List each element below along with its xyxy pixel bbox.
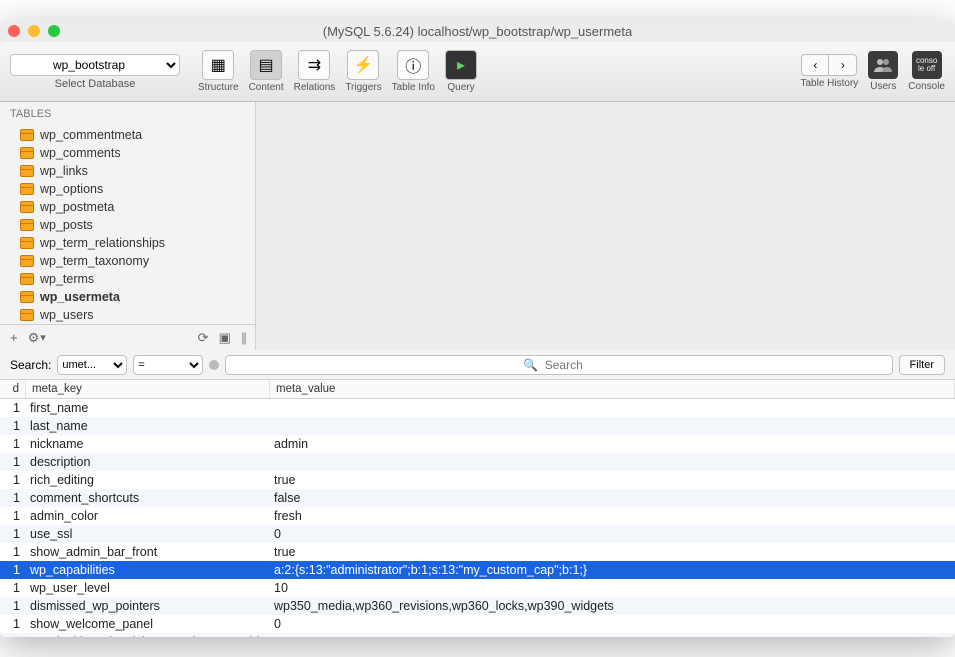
table-item[interactable]: wp_usermeta (0, 288, 255, 306)
sidebar-mode-button[interactable]: ▣ (219, 330, 231, 346)
structure-button[interactable]: ▦ Structure (194, 48, 243, 95)
table-row[interactable]: 1use_ssl0 (0, 525, 955, 543)
structure-icon: ▦ (202, 50, 234, 80)
content-icon: ▤ (250, 50, 282, 80)
table-icon (20, 129, 34, 141)
table-icon (20, 291, 34, 303)
search-field-select[interactable]: umet... (57, 355, 127, 375)
sidebar-gear-button[interactable]: ⚙▾ (28, 330, 46, 346)
table-icon (20, 183, 34, 195)
table-item[interactable]: wp_commentmeta (0, 126, 255, 144)
table-item[interactable]: wp_postmeta (0, 198, 255, 216)
close-window[interactable] (8, 25, 20, 37)
table-row[interactable]: 1first_name (0, 399, 955, 417)
minimize-window[interactable] (28, 25, 40, 37)
table-icon (20, 165, 34, 177)
table-item-label: wp_term_taxonomy (40, 254, 149, 268)
add-table-button[interactable]: + (10, 330, 18, 345)
history-fwd-button[interactable]: › (829, 54, 857, 76)
table-row[interactable]: 1description (0, 453, 955, 471)
table-row[interactable]: 1wp_capabilitiesa:2:{s:13:"administrator… (0, 561, 955, 579)
table-item-label: wp_links (40, 164, 88, 178)
sidebar-drag-handle[interactable]: ||| (241, 330, 245, 345)
query-button[interactable]: ▸ Query (441, 48, 481, 95)
zoom-window[interactable] (48, 25, 60, 37)
search-label: Search: (10, 358, 51, 372)
table-info-button[interactable]: ⓘ Table Info (388, 48, 439, 95)
table-item-label: wp_term_relationships (40, 236, 165, 250)
table-icon (20, 201, 34, 213)
table-row[interactable]: 1show_welcome_panel0 (0, 615, 955, 633)
table-row[interactable]: 1comment_shortcutsfalse (0, 489, 955, 507)
col-header-val[interactable]: meta_value (270, 380, 955, 398)
table-icon (20, 147, 34, 159)
relations-icon: ⇉ (298, 50, 330, 80)
tables-header: TABLES (0, 102, 255, 126)
table-item-label: wp_options (40, 182, 103, 196)
triggers-button[interactable]: ⚡ Triggers (341, 48, 385, 95)
table-item[interactable]: wp_links (0, 162, 255, 180)
filter-button[interactable]: Filter (899, 355, 945, 375)
table-item[interactable]: wp_users (0, 306, 255, 324)
table-icon (20, 219, 34, 231)
col-header-key[interactable]: meta_key (26, 380, 270, 398)
data-rows: 1first_name1last_name1nicknameadmin1desc… (0, 399, 955, 637)
table-row[interactable]: 1wp_user_level10 (0, 579, 955, 597)
col-header-id[interactable]: d (0, 380, 26, 398)
table-row[interactable]: 1last_name (0, 417, 955, 435)
query-icon: ▸ (445, 50, 477, 80)
table-item-label: wp_users (40, 308, 94, 322)
tables-list: wp_commentmeta wp_comments wp_links wp_opti… (0, 126, 255, 324)
history-back-button[interactable]: ‹ (801, 54, 829, 76)
table-row[interactable]: 1rich_editingtrue (0, 471, 955, 489)
database-select[interactable]: wp_bootstrap (10, 54, 180, 76)
table-row[interactable]: 1admin_colorfresh (0, 507, 955, 525)
console-icon[interactable]: conso le off (912, 51, 942, 79)
triggers-icon: ⚡ (347, 50, 379, 80)
table-row[interactable]: 1dismissed_wp_pointerswp350_media,wp360_… (0, 597, 955, 615)
database-select-label: Select Database (55, 78, 136, 90)
table-item[interactable]: wp_posts (0, 216, 255, 234)
table-item-label: wp_terms (40, 272, 94, 286)
table-icon (20, 255, 34, 267)
table-item[interactable]: wp_options (0, 180, 255, 198)
table-item-label: wp_comments (40, 146, 121, 160)
table-item-label: wp_commentmeta (40, 128, 142, 142)
search-add-button[interactable] (209, 360, 219, 370)
table-item[interactable]: wp_term_relationships (0, 234, 255, 252)
table-icon (20, 309, 34, 321)
table-row[interactable]: 1wp_dashboard_quick_press_last_post_id3 (0, 633, 955, 637)
table-item[interactable]: wp_terms (0, 270, 255, 288)
table-item-label: wp_posts (40, 218, 93, 232)
refresh-tables-button[interactable]: ⟳ (198, 330, 209, 346)
window-title: (MySQL 5.6.24) localhost/wp_bootstrap/wp… (0, 24, 955, 39)
table-row[interactable]: 1show_admin_bar_fronttrue (0, 543, 955, 561)
search-input[interactable] (225, 355, 892, 375)
content-button[interactable]: ▤ Content (245, 48, 288, 95)
users-icon[interactable] (868, 51, 898, 79)
relations-button[interactable]: ⇉ Relations (290, 48, 340, 95)
table-item[interactable]: wp_comments (0, 144, 255, 162)
table-header: d meta_key meta_value (0, 380, 955, 399)
table-icon (20, 237, 34, 249)
table-item[interactable]: wp_term_taxonomy (0, 252, 255, 270)
table-row[interactable]: 1nicknameadmin (0, 435, 955, 453)
table-item-label: wp_postmeta (40, 200, 114, 214)
table-info-icon: ⓘ (397, 50, 429, 80)
table-item-label: wp_usermeta (40, 290, 120, 304)
search-op-select[interactable]: = (133, 355, 203, 375)
table-icon (20, 273, 34, 285)
